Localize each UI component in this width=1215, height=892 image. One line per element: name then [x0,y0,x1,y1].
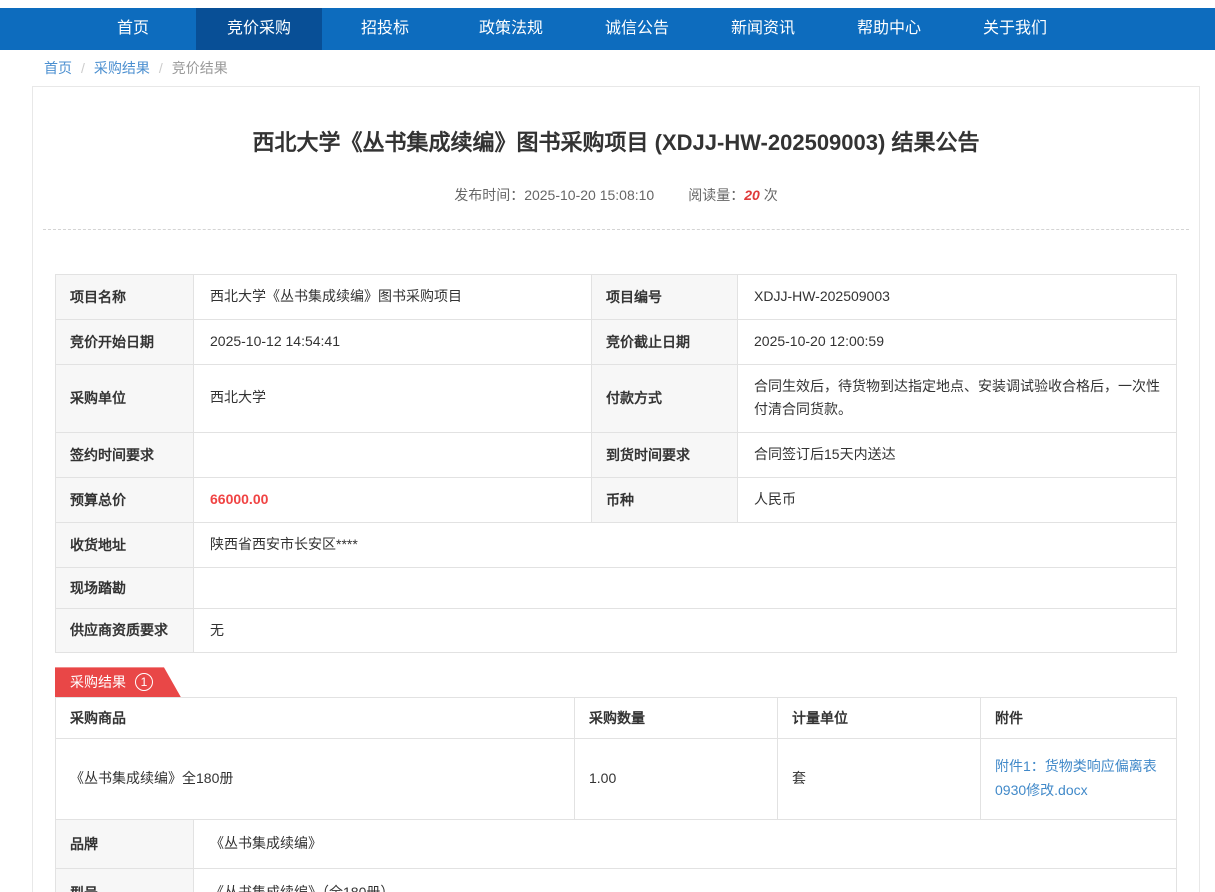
column-header: 附件 [981,698,1177,739]
table-row-sign-delivery-time: 签约时间要求 到货时间要求 合同签订后15天内送达 [56,433,1177,478]
breadcrumb-section-link[interactable]: 采购结果 [94,58,150,78]
publish-time-label: 发布时间： [454,187,524,203]
nav-item-home[interactable]: 首页 [70,8,196,50]
breadcrumb-current: 竞价结果 [172,58,228,78]
row-value: 《丛书集成续编》 [194,819,1177,868]
nav-item-help-center[interactable]: 帮助中心 [826,8,952,50]
row-label: 品牌 [56,819,194,868]
table-row-delivery-address: 收货地址 陕西省西安市长安区**** [56,522,1177,567]
purchase-result-table: 采购商品 采购数量 计量单位 附件 《丛书集成续编》全180册 1.00 套 附… [55,697,1177,820]
project-info-table: 项目名称 西北大学《丛书集成续编》图书采购项目 项目编号 XDJJ-HW-202… [55,274,1177,653]
row-value: 西北大学《丛书集成续编》图书采购项目 [194,275,592,320]
nav-item-policy[interactable]: 政策法规 [448,8,574,50]
row-value: 合同生效后，待货物到达指定地点、安装调试验收合格后，一次性付清合同货款。 [738,364,1177,433]
column-header: 采购数量 [575,698,778,739]
result-section-badge: 采购结果 1 [55,667,181,697]
row-value [194,433,592,478]
row-label: 采购单位 [56,364,194,433]
views-count: 20 [744,187,760,203]
product-name: 《丛书集成续编》全180册 [56,739,575,820]
column-header: 采购商品 [56,698,575,739]
table-row-model: 型号 《丛书集成续编》（全180册） [56,868,1177,892]
table-row-site-survey: 现场踏勘 [56,567,1177,608]
table-row-project-name: 项目名称 西北大学《丛书集成续编》图书采购项目 项目编号 XDJJ-HW-202… [56,275,1177,320]
table-row-brand: 品牌 《丛书集成续编》 [56,819,1177,868]
row-label: 竞价截止日期 [592,319,738,364]
breadcrumb-separator: / [81,60,85,76]
breadcrumb-separator: / [159,60,163,76]
row-label: 签约时间要求 [56,433,194,478]
row-value: 人民币 [738,477,1177,522]
publish-time-value: 2025-10-20 15:08:10 [524,187,654,203]
row-label: 收货地址 [56,522,194,567]
row-label: 付款方式 [592,364,738,433]
row-value: 2025-10-12 14:54:41 [194,319,592,364]
row-value: 无 [194,608,1177,653]
row-label: 币种 [592,477,738,522]
table-row-bid-dates: 竞价开始日期 2025-10-12 14:54:41 竞价截止日期 2025-1… [56,319,1177,364]
unit-of-measure: 套 [778,739,981,820]
row-label: 到货时间要求 [592,433,738,478]
table-row-supplier-qualification: 供应商资质要求 无 [56,608,1177,653]
views-label: 阅读量： [688,187,744,203]
result-badge-count: 1 [135,673,153,691]
breadcrumb-home-link[interactable]: 首页 [44,58,72,78]
row-value: 2025-10-20 12:00:59 [738,319,1177,364]
purchase-quantity: 1.00 [575,739,778,820]
table-row-budget-currency: 预算总价 66000.00 币种 人民币 [56,477,1177,522]
row-label: 现场踏勘 [56,567,194,608]
row-label: 项目编号 [592,275,738,320]
row-label: 供应商资质要求 [56,608,194,653]
page-title: 西北大学《丛书集成续编》图书采购项目 (XDJJ-HW-202509003) 结… [33,125,1199,157]
row-value: 西北大学 [194,364,592,433]
budget-total-price: 66000.00 [194,477,592,522]
table-row-purchaser-payment: 采购单位 西北大学 付款方式 合同生效后，待货物到达指定地点、安装调试验收合格后… [56,364,1177,433]
views-unit: 次 [764,187,778,203]
row-value [194,567,1177,608]
row-label: 型号 [56,868,194,892]
row-label: 项目名称 [56,275,194,320]
row-value: 《丛书集成续编》（全180册） [194,868,1177,892]
article-meta: 发布时间：2025-10-20 15:08:10 阅读量：20次 [33,185,1199,205]
row-value: XDJJ-HW-202509003 [738,275,1177,320]
dashed-divider [43,229,1189,230]
row-value: 合同签订后15天内送达 [738,433,1177,478]
deal-details-table: 品牌 《丛书集成续编》 型号 《丛书集成续编》（全180册） 成交总价 5390… [55,819,1177,892]
row-value: 陕西省西安市长安区**** [194,522,1177,567]
nav-item-bidding-purchase[interactable]: 竞价采购 [196,8,322,50]
breadcrumb: 首页 / 采购结果 / 竞价结果 [0,50,1215,86]
row-label: 预算总价 [56,477,194,522]
nav-item-about-us[interactable]: 关于我们 [952,8,1078,50]
result-header-row: 采购商品 采购数量 计量单位 附件 [56,698,1177,739]
row-label: 竞价开始日期 [56,319,194,364]
nav-item-news[interactable]: 新闻资讯 [700,8,826,50]
result-item-row: 《丛书集成续编》全180册 1.00 套 附件1：货物类响应偏离表0930修改.… [56,739,1177,820]
result-badge-label: 采购结果 [70,672,126,692]
attachment-link[interactable]: 附件1：货物类响应偏离表0930修改.docx [995,755,1162,803]
nav-item-tender[interactable]: 招投标 [322,8,448,50]
announcement-card: 西北大学《丛书集成续编》图书采购项目 (XDJJ-HW-202509003) 结… [32,86,1200,892]
top-nav-bar: 首页 竞价采购 招投标 政策法规 诚信公告 新闻资讯 帮助中心 关于我们 [0,8,1215,50]
nav-item-integrity-notice[interactable]: 诚信公告 [574,8,700,50]
column-header: 计量单位 [778,698,981,739]
